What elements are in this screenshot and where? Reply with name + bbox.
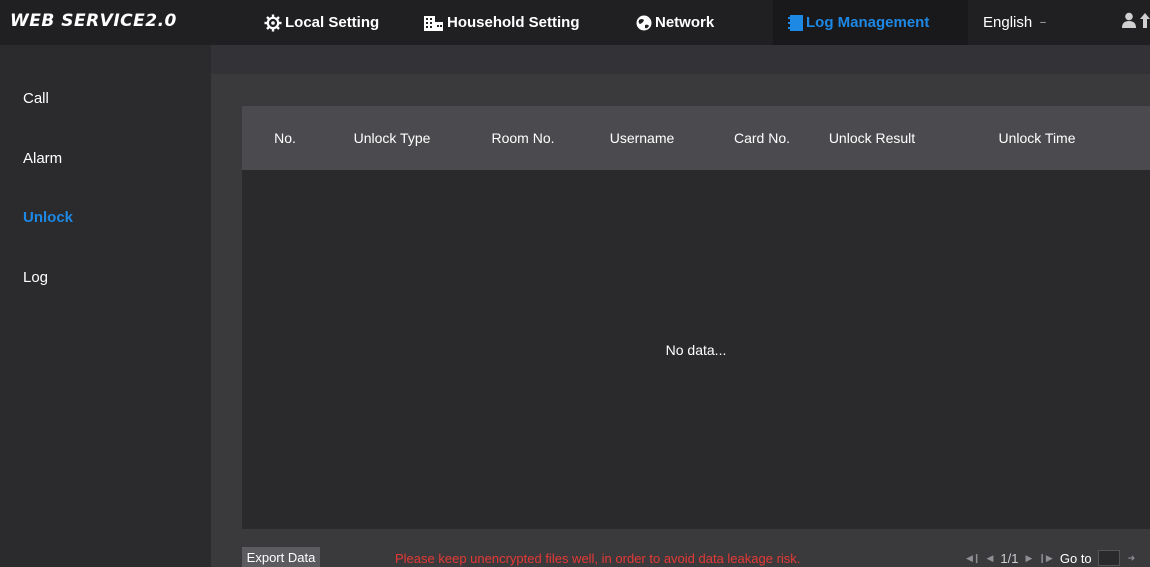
nav-household-setting[interactable]: Household Setting (423, 0, 580, 45)
pagination: ◀❙ ◀ 1/1 ▶ ❙▶ Go to ➜ (963, 549, 1135, 567)
prev-page-icon[interactable]: ◀ (986, 553, 993, 564)
table-body: No data... (242, 170, 1150, 529)
top-navigation-bar: WEB SERVICE2.0 Local Setting Household S… (0, 0, 1150, 45)
language-dropdown[interactable]: English – (983, 0, 1046, 45)
nav-network-label: Network (655, 14, 715, 31)
sidebar-item-call[interactable]: Call (23, 90, 49, 107)
export-data-button[interactable]: Export Data (242, 547, 320, 567)
table-header: No. Unlock Type Room No. Username Card N… (242, 106, 1150, 170)
logout-icon[interactable] (1140, 12, 1150, 33)
chevron-down-icon: – (1040, 17, 1046, 28)
column-header-unlock-type: Unlock Type (353, 130, 431, 146)
column-header-unlock-time: Unlock Time (998, 130, 1076, 146)
sidebar-item-unlock[interactable]: Unlock (23, 209, 73, 226)
next-page-icon[interactable]: ▶ (1025, 553, 1032, 564)
sidebar-item-log[interactable]: Log (23, 269, 48, 286)
globe-icon (635, 14, 653, 32)
column-header-card-no: Card No. (733, 130, 791, 146)
nav-local-setting[interactable]: Local Setting (263, 0, 379, 45)
nav-log-management[interactable]: Log Management (788, 0, 929, 45)
nav-local-setting-label: Local Setting (285, 14, 380, 31)
nav-log-management-label: Log Management (806, 14, 930, 31)
first-page-icon[interactable]: ◀❙ (966, 553, 980, 564)
sidebar: Call Alarm Unlock Log (0, 45, 211, 567)
goto-label: Go to (1059, 550, 1092, 566)
content-top-strip (211, 45, 1150, 74)
column-header-unlock-result: Unlock Result (828, 130, 916, 146)
page-indicator: 1/1 (1000, 550, 1019, 566)
app-logo: WEB SERVICE2.0 (10, 11, 177, 31)
data-leakage-warning: Please keep unencrypted files well, in o… (395, 551, 801, 566)
sidebar-item-alarm[interactable]: Alarm (23, 150, 62, 167)
go-arrow-icon[interactable]: ➜ (1128, 553, 1136, 564)
empty-table-message: No data... (665, 341, 727, 358)
nav-network[interactable]: Network (635, 0, 714, 45)
nav-household-setting-label: Household Setting (447, 14, 580, 31)
column-header-room-no: Room No. (491, 130, 555, 146)
language-label: English (983, 14, 1033, 31)
building-icon (423, 14, 445, 32)
goto-page-input[interactable] (1097, 550, 1120, 566)
gear-icon (263, 14, 283, 32)
column-header-no: No. (274, 130, 296, 146)
notebook-icon (788, 14, 804, 32)
user-icon[interactable] (1122, 12, 1136, 33)
last-page-icon[interactable]: ❙▶ (1038, 553, 1052, 564)
column-header-username: Username (609, 130, 675, 146)
